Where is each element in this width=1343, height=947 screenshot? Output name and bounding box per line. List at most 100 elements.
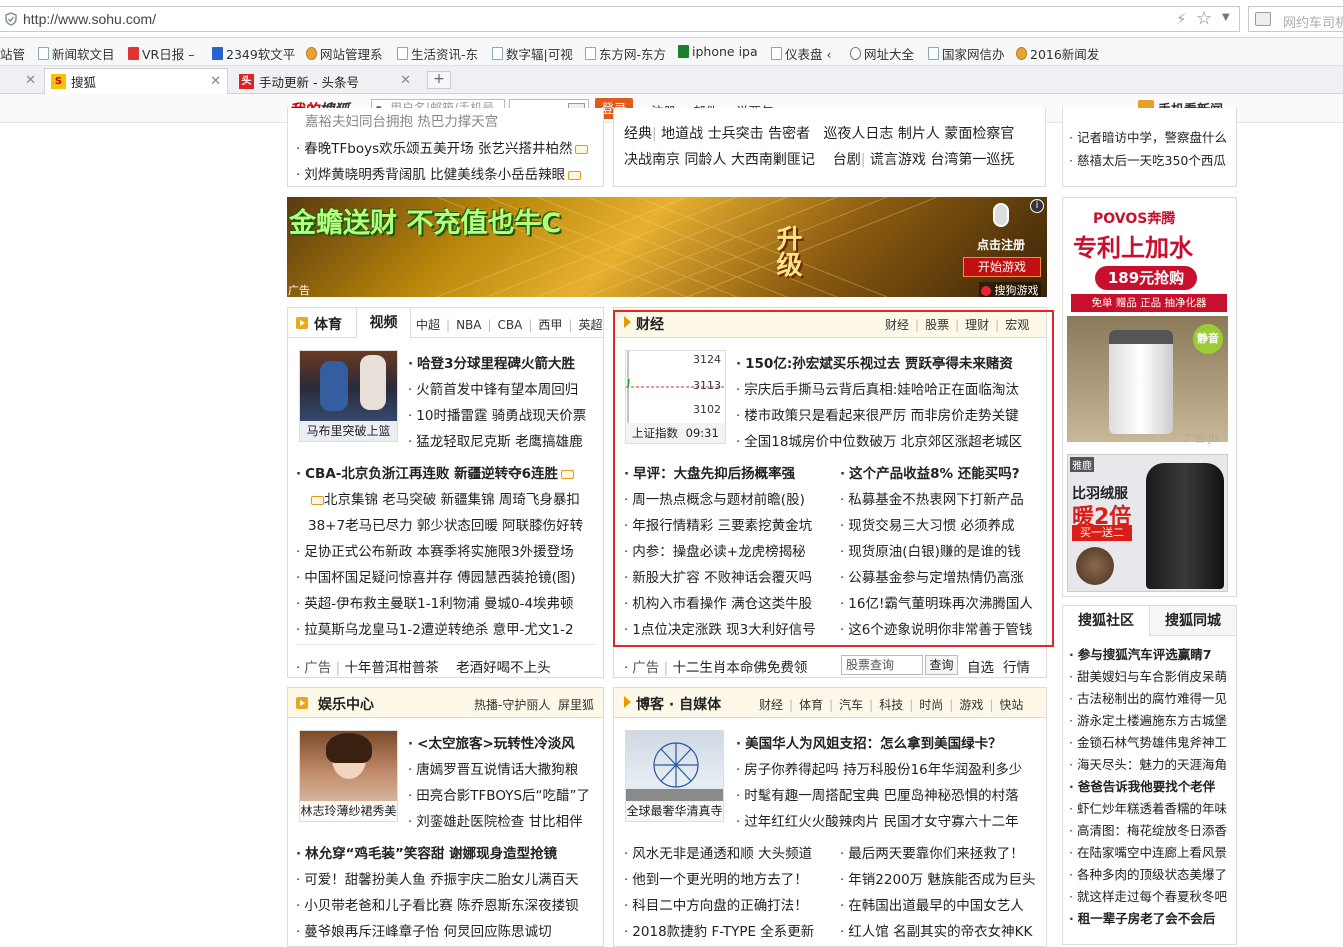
tv-link[interactable]: 士兵突击 (708, 126, 764, 142)
community-item[interactable]: · 虾仁炒年糕透着香糯的年味 (1069, 798, 1233, 817)
news-link[interactable]: · 他到一个更光明的地方去了！ (624, 868, 832, 888)
news-link[interactable]: · 2018款捷豹 F-TYPE 全系更新 (624, 920, 832, 940)
jacket-ad[interactable]: 雅鹿 比羽绒服 暖2倍 买一送二 (1067, 454, 1228, 592)
sub-link[interactable]: 财经 (885, 318, 909, 332)
community-item[interactable]: · 租一辈子房老了会不会后 (1069, 908, 1233, 927)
new-tab-button[interactable]: + (427, 71, 451, 89)
bookmark-item[interactable]: 东方网-东方 (585, 44, 666, 63)
news-link[interactable]: · 风水无非是通透和顺 大头频道 (624, 842, 832, 862)
thumb-caption[interactable]: 马布里突破上篮 (300, 421, 397, 441)
news-link[interactable]: · 现货交易三大习惯 必须养成 (840, 514, 1044, 534)
sub-link[interactable]: 科技 (879, 698, 903, 712)
sports-thumbnail[interactable]: 马布里突破上篮 (299, 350, 398, 442)
community-item[interactable]: · 古法秘制出的腐竹难得一见 (1069, 688, 1233, 707)
news-link[interactable]: · 足协正式公布新政 本赛季将实施限3外援登场 (296, 540, 602, 560)
sub-link[interactable]: 理财 (965, 318, 989, 332)
news-link[interactable]: · 周一热点概念与题材前瞻(股) (624, 488, 832, 508)
tab-sohu-city[interactable]: 搜狐同城 (1150, 606, 1236, 636)
community-item[interactable]: · 参与搜狐汽车评选赢睛7 (1069, 644, 1233, 663)
news-link[interactable]: · 公募基金参与定增热情仍高涨 (840, 566, 1044, 586)
banner-start-button[interactable]: 开始游戏 (963, 257, 1041, 277)
bookmark-item[interactable]: 网站管理系 (306, 44, 383, 63)
news-link[interactable]: · 刘銮雄赴医院检查 甘比相伴 (408, 810, 598, 830)
finance-title[interactable]: 财经 (636, 314, 664, 334)
tv-link[interactable]: 蒙面检察官 (944, 126, 1014, 142)
sub-link[interactable]: CBA (498, 318, 523, 332)
news-link[interactable]: · 在韩国出道最早的中国女艺人 (840, 894, 1044, 914)
news-link[interactable]: · 机构入市看操作 满仓这类牛股 (624, 592, 832, 612)
sub-link[interactable]: 体育 (799, 698, 823, 712)
povos-ad[interactable]: POVOS奔腾 专利上加水 189元抢购 免单 赠品 正品 抽净化器 静音 广告… (1067, 206, 1228, 446)
search-engine-icon[interactable] (1255, 12, 1271, 26)
bookmark-item[interactable]: iphone ipa (678, 44, 758, 59)
sub-link[interactable]: 快站 (999, 698, 1023, 712)
community-item[interactable]: · 爸爸告诉我他要找个老伴 (1069, 776, 1233, 795)
sub-link[interactable]: 宏观 (1005, 318, 1029, 332)
news-link[interactable]: · 宗庆后手撕马云背后真相:娃哈哈正在面临淘汰 (736, 378, 1042, 398)
thumb-caption[interactable]: 林志玲薄纱裙秀美 (300, 801, 397, 821)
ent-title[interactable]: 娱乐中心 (318, 694, 374, 714)
tv-link[interactable]: 台剧 (833, 152, 861, 168)
news-link[interactable]: · 年报行情精彩 三要素挖黄金坑 (624, 514, 832, 534)
close-icon[interactable]: ✕ (25, 73, 36, 88)
news-link[interactable]: · 火箭首发中锋有望本周回归 (408, 378, 598, 398)
stock-query-button[interactable]: 查询 (925, 655, 958, 675)
news-link[interactable]: · 猛龙轻取尼克斯 老鹰搞雄鹿 (408, 430, 598, 450)
watchlist-link[interactable]: 自选 (967, 656, 994, 676)
news-link[interactable]: · 这6个迹象说明你非常善于管钱 (840, 618, 1044, 638)
tv-link[interactable]: 告密者 (768, 126, 810, 142)
bookmark-item[interactable]: 新闻软文目 (38, 44, 115, 63)
tab-video[interactable]: 视频 (356, 308, 411, 339)
sub-link[interactable]: 股票 (925, 318, 949, 332)
stock-index-chart[interactable]: 3124 3113 3102 上证指数 09:31 (625, 350, 726, 444)
tab-hidden[interactable]: ✕ (0, 68, 42, 94)
sub-link[interactable]: NBA (456, 318, 481, 332)
news-link[interactable]: · 新股大扩容 不败神话会覆灭吗 (624, 566, 832, 586)
bookmark-item[interactable]: 2016新闻发 (1016, 44, 1099, 63)
sub-link[interactable]: 西甲 (538, 318, 562, 332)
game-banner-ad[interactable]: 金蟾送财 不充值也牛C 升级 i 点击注册 开始游戏 广告 搜狗游戏 (287, 197, 1047, 297)
community-item[interactable]: · 在陆家嘴空中连廊上看风景 (1069, 842, 1233, 861)
news-link[interactable]: · 科目二中方向盘的正确打法！ (624, 894, 832, 914)
banner-register-text[interactable]: 点击注册 (977, 236, 1025, 253)
tab-sohu[interactable]: S 搜狐 ✕ (44, 68, 228, 94)
news-link[interactable]: · 内参：操盘必读+龙虎榜揭秘 (624, 540, 832, 560)
bookmark-item[interactable]: 仪表盘 ‹ (771, 44, 831, 63)
star-icon[interactable]: ☆ (1196, 8, 1212, 29)
tab-sports[interactable]: 体育 (314, 314, 342, 334)
sub-link[interactable]: 屏里狐 (558, 698, 594, 712)
news-link[interactable]: · 蔓爷娘再斥汪峰章子怡 何炅回应陈思诚切 (296, 920, 602, 940)
news-link[interactable]: · 唐嫣罗晋互说情话大撒狗粮 (408, 758, 598, 778)
search-input[interactable]: 网约车司机 (1248, 6, 1343, 32)
news-link[interactable]: · 最后两天要靠你们来拯救了！ (840, 842, 1044, 862)
community-item[interactable]: · 海天尽头：魅力的天涯海角 (1069, 754, 1233, 773)
news-link[interactable]: · 1点位决定涨跌 现3大利好信号 (624, 618, 832, 638)
news-link[interactable]: · 哈登3分球里程碑火箭大胜 (408, 352, 598, 372)
tv-link[interactable]: 谎言游戏 (870, 152, 926, 168)
sub-link[interactable]: 英超 (578, 318, 602, 332)
bookmark-item[interactable]: 国家网信办 (928, 44, 1005, 63)
chevron-down-icon[interactable]: ▼ (1222, 12, 1230, 23)
community-item[interactable]: · 高清图：梅花绽放冬日添香 (1069, 820, 1233, 839)
url-text[interactable]: http://www.sohu.com/ (23, 11, 156, 27)
tv-link[interactable]: 制片人 (898, 126, 940, 142)
bookmark-item[interactable]: VR日报 – (128, 44, 194, 63)
news-link[interactable]: · 中国杯国足疑问惊喜并存 傅园慧西装抢镜(图) (296, 566, 602, 586)
tab-toutiao[interactable]: 头 手动更新 - 头条号 ✕ (233, 68, 417, 94)
news-link[interactable]: · 英超-伊布救主曼联1-1利物浦 曼城0-4埃弗顿 (296, 592, 602, 612)
bookmark-item[interactable]: 2349软文平 (212, 44, 295, 63)
tv-link[interactable]: 经典 (624, 126, 652, 142)
news-link[interactable]: · 田亮合影TFBOYS后“吃醋”了 (408, 784, 598, 804)
news-link[interactable]: · 红人馆 名副其实的帝衣女神KK (840, 920, 1044, 940)
community-item[interactable]: · 游永定土楼遍施东方古城堡 (1069, 710, 1233, 729)
news-link[interactable]: · 拉莫斯乌龙皇马1-2遭逆转绝杀 意甲-尤文1-2 (296, 618, 602, 638)
community-item[interactable]: · 甜美嫂妇与车合影俏皮呆萌 (1069, 666, 1233, 685)
tv-link[interactable]: 巡夜人日志 (823, 126, 893, 142)
thumb-caption[interactable]: 全球最奢华清真寺 (626, 801, 723, 821)
bookmark-item[interactable]: 数字辐|可视 (492, 44, 573, 63)
news-headline[interactable]: · 林允穿“鸡毛装”笑容甜 谢娜现身造型抢镜 (296, 842, 602, 862)
news-link[interactable]: · 楼市政策只是看起来很严厉 而非房价走势关键 (736, 404, 1042, 424)
news-link[interactable]: · <太空旅客>玩转性冷淡风 (408, 732, 598, 752)
news-link[interactable]: · 10时播雷霆 骑勇战现天价票 (408, 404, 598, 424)
community-item[interactable]: · 就这样走过每个春夏秋冬吧 (1069, 886, 1233, 905)
